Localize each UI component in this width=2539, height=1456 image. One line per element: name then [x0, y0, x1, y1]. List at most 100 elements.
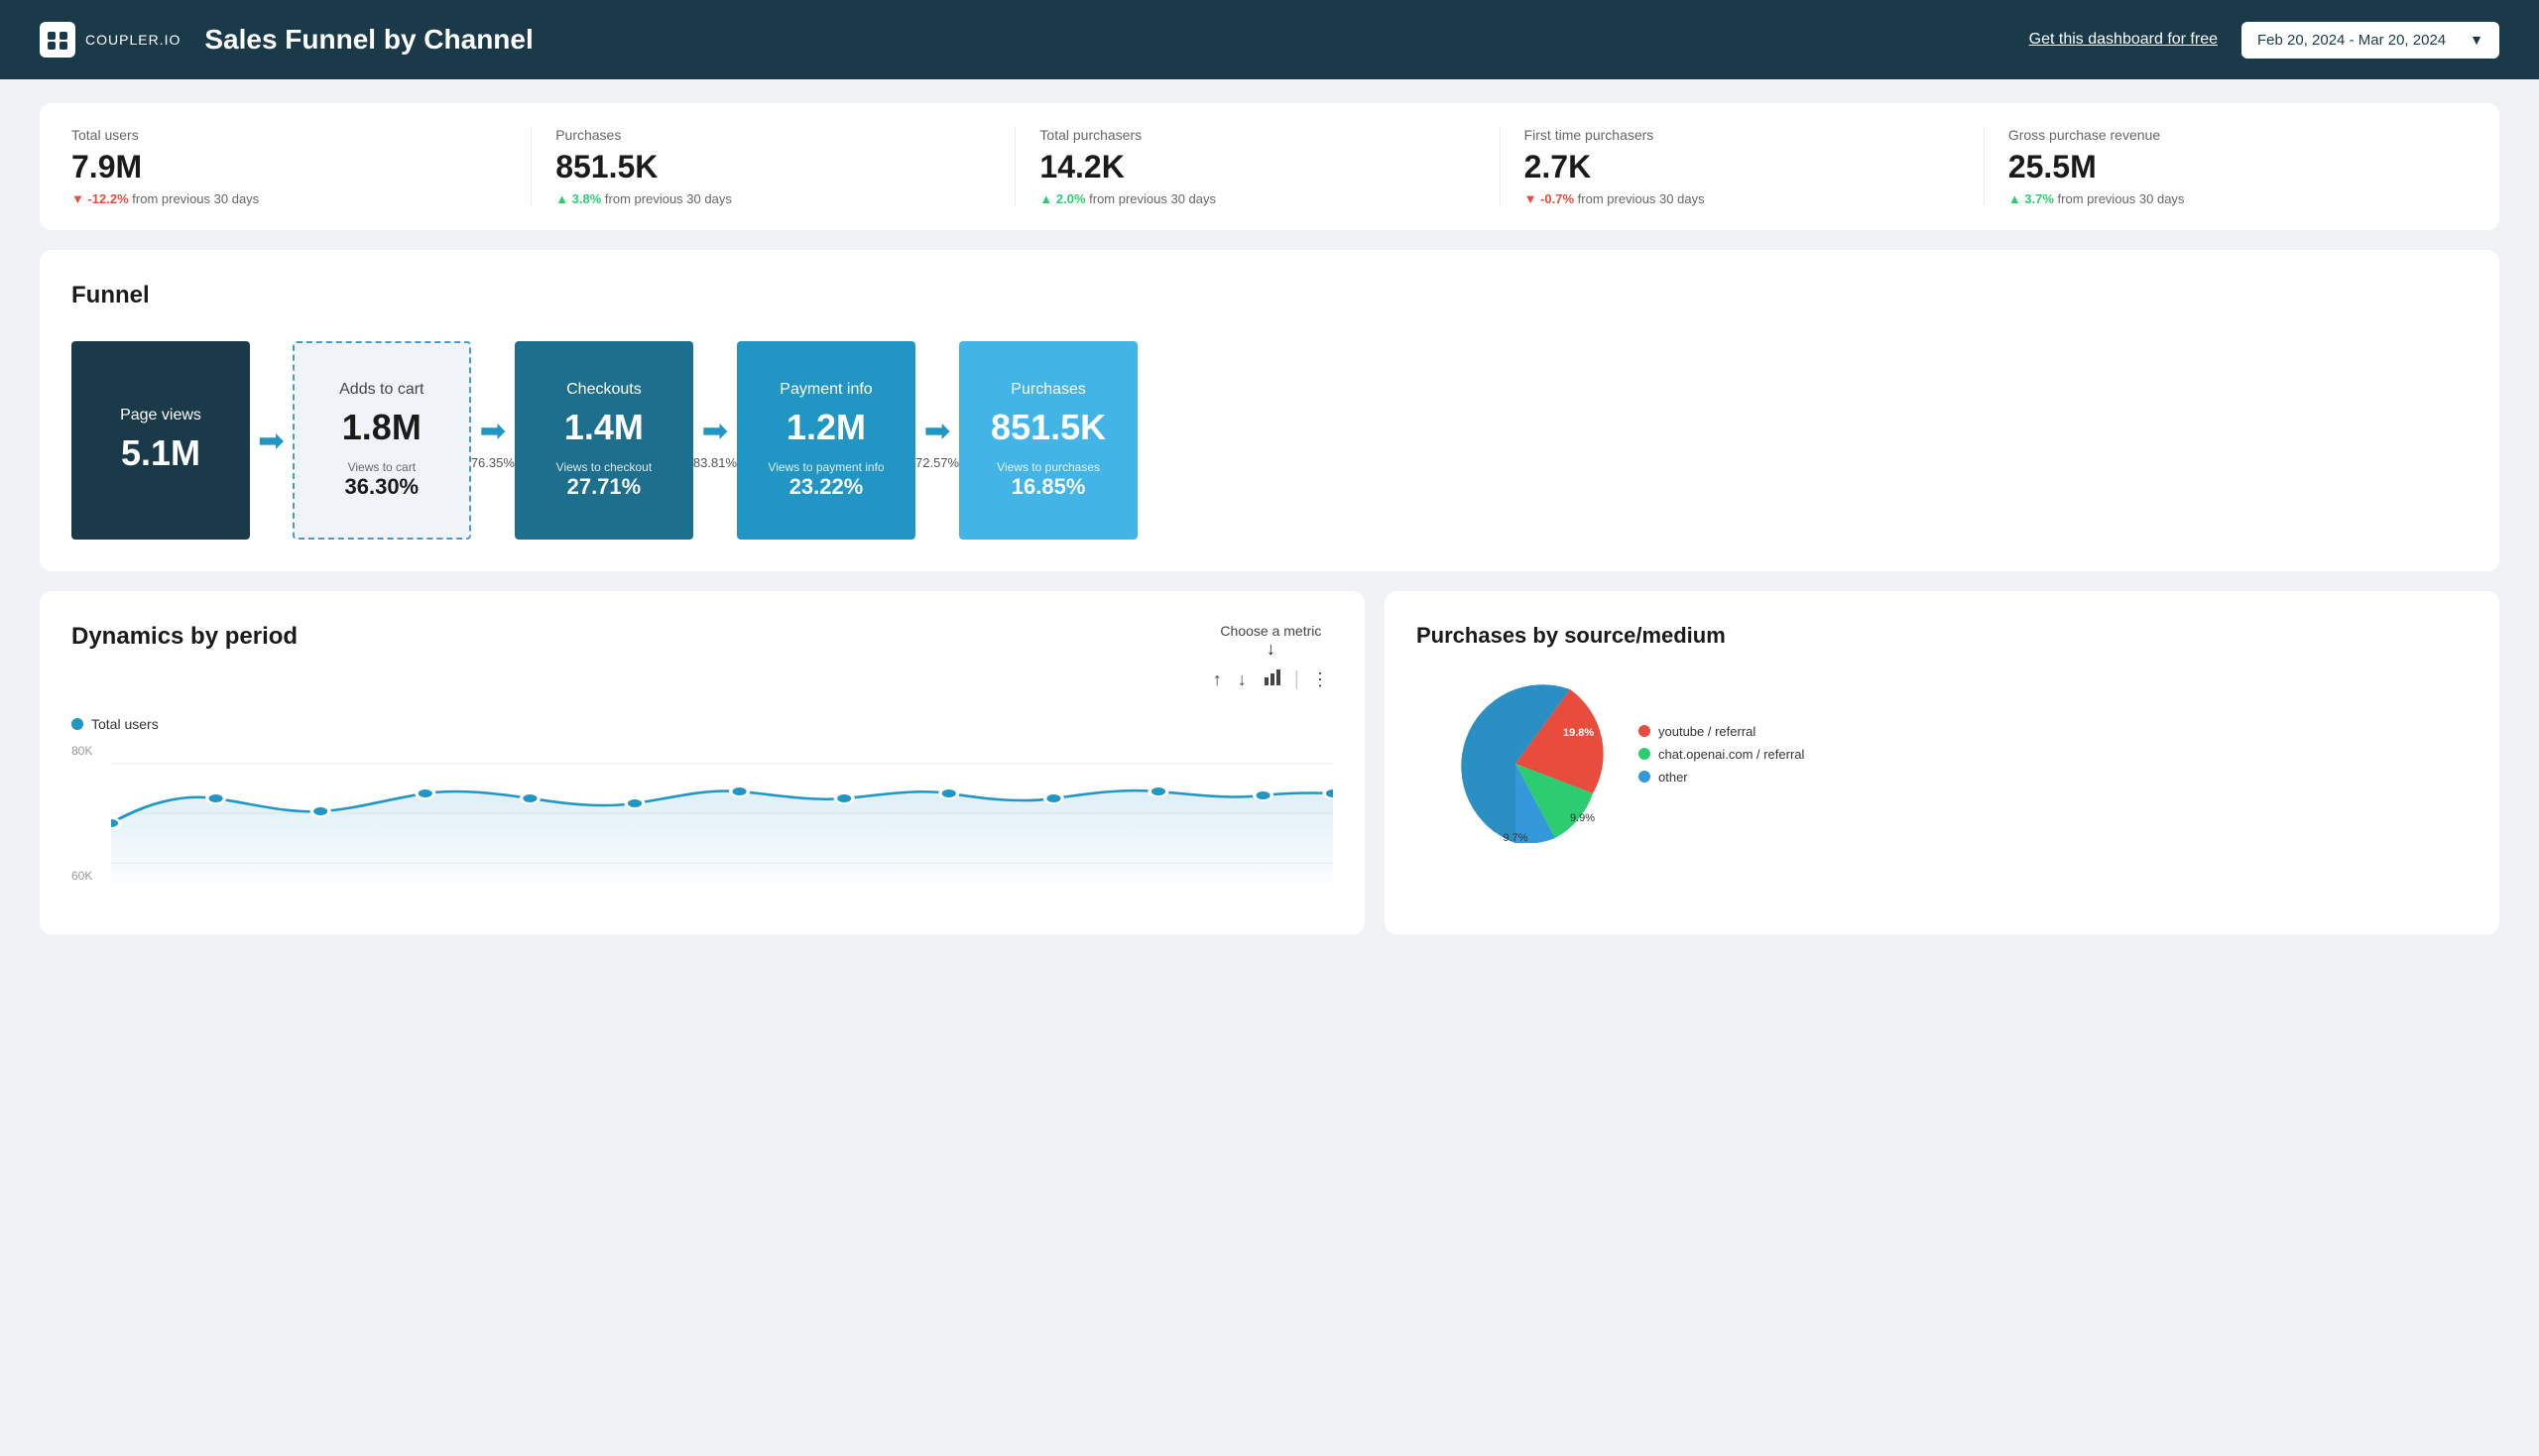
- funnel-sub-value: 27.71%: [567, 474, 642, 500]
- dynamics-section: Dynamics by period Choose a metric ↓ ↑ ↓: [40, 591, 1365, 934]
- funnel-section: Funnel Page views 5.1M ➡ Adds to cart 1.…: [40, 250, 2499, 571]
- date-range-label: Feb 20, 2024 - Mar 20, 2024: [2257, 32, 2446, 49]
- chart-area: 80K 60K: [71, 744, 1333, 903]
- svg-text:9.9%: 9.9%: [1570, 812, 1595, 824]
- kpi-change: ▲ 3.8% from previous 30 days: [555, 191, 991, 206]
- kpi-value: 7.9M: [71, 149, 507, 185]
- metric-chooser: Choose a metric ↓ ↑ ↓ |: [1209, 623, 1333, 696]
- pie-legend-dot: [1638, 725, 1650, 737]
- kpi-card-0: Total users 7.9M ▼ -12.2% from previous …: [71, 127, 532, 206]
- kpi-card-4: Gross purchase revenue 25.5M ▲ 3.7% from…: [1985, 127, 2468, 206]
- funnel-arrow-icon: ➡: [258, 422, 285, 459]
- funnel-title: Funnel: [71, 282, 2468, 309]
- kpi-change: ▲ 2.0% from previous 30 days: [1039, 191, 1475, 206]
- chart-y-labels: 80K 60K: [71, 744, 92, 883]
- metric-more-button[interactable]: ⋮: [1307, 666, 1333, 694]
- chevron-down-icon: ▼: [2470, 32, 2483, 48]
- pie-legend-dot: [1638, 748, 1650, 760]
- funnel-sub-label: Views to cart: [348, 460, 416, 474]
- pie-legend-item-0: youtube / referral: [1638, 724, 1804, 739]
- funnel-sub-value: 16.85%: [1012, 474, 1086, 500]
- pie-chart-area: 19.8% 9.9% 9.7% youtube / referral chat.…: [1416, 665, 2468, 843]
- kpi-card-2: Total purchasers 14.2K ▲ 2.0% from previ…: [1016, 127, 1500, 206]
- kpi-label: Gross purchase revenue: [2008, 127, 2444, 143]
- funnel-between-0: ➡: [250, 422, 293, 459]
- kpi-label: Total purchasers: [1039, 127, 1475, 143]
- kpi-label: Total users: [71, 127, 507, 143]
- chart-svg-area: [111, 744, 1333, 883]
- get-dashboard-link[interactable]: Get this dashboard for free: [2029, 31, 2218, 49]
- funnel-step-4: Purchases 851.5K Views to purchases 16.8…: [959, 341, 1138, 540]
- pie-legend-item-1: chat.openai.com / referral: [1638, 747, 1804, 762]
- funnel-container: Page views 5.1M ➡ Adds to cart 1.8M View…: [71, 341, 2468, 540]
- kpi-label: First time purchasers: [1524, 127, 1960, 143]
- funnel-step-label: Payment info: [780, 381, 872, 399]
- legend-dot: [71, 718, 83, 730]
- kpi-card-1: Purchases 851.5K ▲ 3.8% from previous 30…: [532, 127, 1016, 206]
- pie-legend-dot: [1638, 771, 1650, 783]
- kpi-change: ▲ 3.7% from previous 30 days: [2008, 191, 2444, 206]
- legend-label: Total users: [91, 716, 159, 732]
- purchases-section: Purchases by source/medium 19.8%: [1385, 591, 2499, 934]
- metric-controls: ↑ ↓ | ⋮: [1209, 664, 1333, 696]
- funnel-arrow-icon: ➡: [702, 412, 729, 449]
- funnel-arrow-icon: ➡: [479, 412, 506, 449]
- svg-text:19.8%: 19.8%: [1563, 727, 1594, 739]
- funnel-arrow-icon: ➡: [924, 412, 951, 449]
- pie-legend-item-2: other: [1638, 770, 1804, 785]
- pie-legend: youtube / referral chat.openai.com / ref…: [1638, 724, 1804, 785]
- funnel-between-pct: 76.35%: [471, 455, 515, 470]
- pie-legend-label: youtube / referral: [1658, 724, 1755, 739]
- kpi-value: 14.2K: [1039, 149, 1475, 185]
- kpi-value: 25.5M: [2008, 149, 2444, 185]
- pie-legend-label: chat.openai.com / referral: [1658, 747, 1804, 762]
- chart-legend: Total users: [71, 716, 1333, 732]
- funnel-sub-value: 36.30%: [345, 474, 420, 500]
- funnel-step-label: Adds to cart: [339, 381, 423, 399]
- dynamics-header: Dynamics by period Choose a metric ↓ ↑ ↓: [71, 623, 1333, 696]
- bottom-row: Dynamics by period Choose a metric ↓ ↑ ↓: [40, 591, 2499, 934]
- funnel-step-value: 851.5K: [991, 407, 1106, 448]
- header-right: Get this dashboard for free Feb 20, 2024…: [2029, 22, 2499, 59]
- kpi-change: ▼ -12.2% from previous 30 days: [71, 191, 507, 206]
- kpi-change: ▼ -0.7% from previous 30 days: [1524, 191, 1960, 206]
- funnel-sub-label: Views to payment info: [768, 460, 884, 474]
- date-range-selector[interactable]: Feb 20, 2024 - Mar 20, 2024 ▼: [2241, 22, 2499, 59]
- funnel-between-pct: 72.57%: [915, 455, 959, 470]
- funnel-step-0: Page views 5.1M: [71, 341, 250, 540]
- pie-chart-svg: 19.8% 9.9% 9.7%: [1416, 665, 1615, 843]
- kpi-label: Purchases: [555, 127, 991, 143]
- funnel-between-3: ➡ 72.57%: [915, 412, 959, 470]
- purchases-title: Purchases by source/medium: [1416, 623, 2468, 649]
- choose-metric-arrow-icon: ↓: [1209, 639, 1333, 660]
- pie-legend-label: other: [1658, 770, 1688, 785]
- page-title: Sales Funnel by Channel: [204, 24, 533, 56]
- choose-metric-label: Choose a metric: [1209, 623, 1333, 639]
- y-label-80k: 80K: [71, 744, 92, 758]
- metric-chart-button[interactable]: [1259, 664, 1286, 696]
- funnel-step-value: 5.1M: [121, 432, 200, 474]
- header: COUPLER.IO Sales Funnel by Channel Get t…: [0, 0, 2539, 79]
- logo-text: COUPLER.IO: [85, 32, 181, 48]
- metric-divider: |: [1294, 668, 1299, 691]
- funnel-between-pct: 83.81%: [693, 455, 737, 470]
- kpi-value: 2.7K: [1524, 149, 1960, 185]
- funnel-sub-value: 23.22%: [789, 474, 864, 500]
- metric-down-button[interactable]: ↓: [1234, 666, 1251, 694]
- header-left: COUPLER.IO Sales Funnel by Channel: [40, 22, 534, 58]
- funnel-step-value: 1.8M: [342, 407, 422, 448]
- funnel-step-label: Checkouts: [566, 381, 642, 399]
- svg-text:9.7%: 9.7%: [1503, 832, 1527, 843]
- funnel-between-1: ➡ 76.35%: [471, 412, 515, 470]
- y-label-60k: 60K: [71, 869, 92, 883]
- funnel-step-label: Page views: [120, 407, 201, 425]
- metric-up-button[interactable]: ↑: [1209, 666, 1226, 694]
- funnel-step-2: Checkouts 1.4M Views to checkout 27.71%: [515, 341, 693, 540]
- dynamics-title: Dynamics by period: [71, 623, 298, 651]
- content: Total users 7.9M ▼ -12.2% from previous …: [0, 79, 2539, 958]
- kpi-value: 851.5K: [555, 149, 991, 185]
- kpi-card-3: First time purchasers 2.7K ▼ -0.7% from …: [1501, 127, 1985, 206]
- funnel-sub-label: Views to purchases: [997, 460, 1100, 474]
- funnel-step-value: 1.4M: [564, 407, 644, 448]
- funnel-step-value: 1.2M: [786, 407, 866, 448]
